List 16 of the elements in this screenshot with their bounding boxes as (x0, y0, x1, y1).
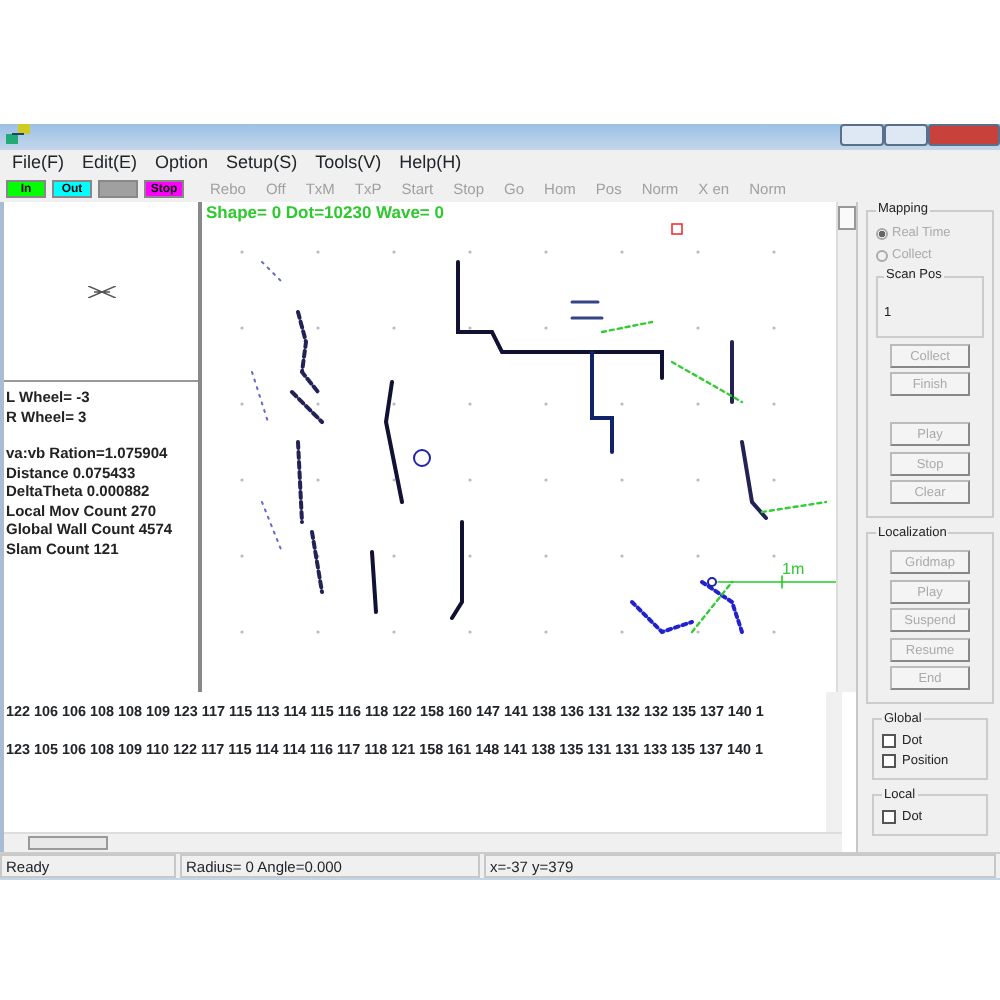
maximize-button[interactable] (884, 124, 928, 146)
scrollbar-thumb[interactable] (28, 836, 108, 850)
menu-item[interactable]: Tools(V) (315, 150, 382, 176)
minimize-button[interactable] (840, 124, 884, 146)
menu-item[interactable]: Help(H) (399, 150, 462, 176)
color-button[interactable] (98, 180, 138, 198)
scale-label: 1m (782, 558, 805, 582)
menu-item[interactable]: Edit(E) (82, 150, 138, 176)
map-status-text: Shape= 0 Dot=10230 Wave= 0 (206, 202, 444, 222)
menu-item[interactable]: Setup(S) (226, 150, 298, 176)
menu-item[interactable]: Option (155, 150, 209, 176)
vertical-scrollbar[interactable] (826, 692, 842, 832)
app-icon (6, 124, 30, 146)
robot-marker-icon (87, 285, 115, 297)
menu-item[interactable]: File(F) (12, 150, 64, 176)
scroll-up-button[interactable] (838, 206, 856, 230)
